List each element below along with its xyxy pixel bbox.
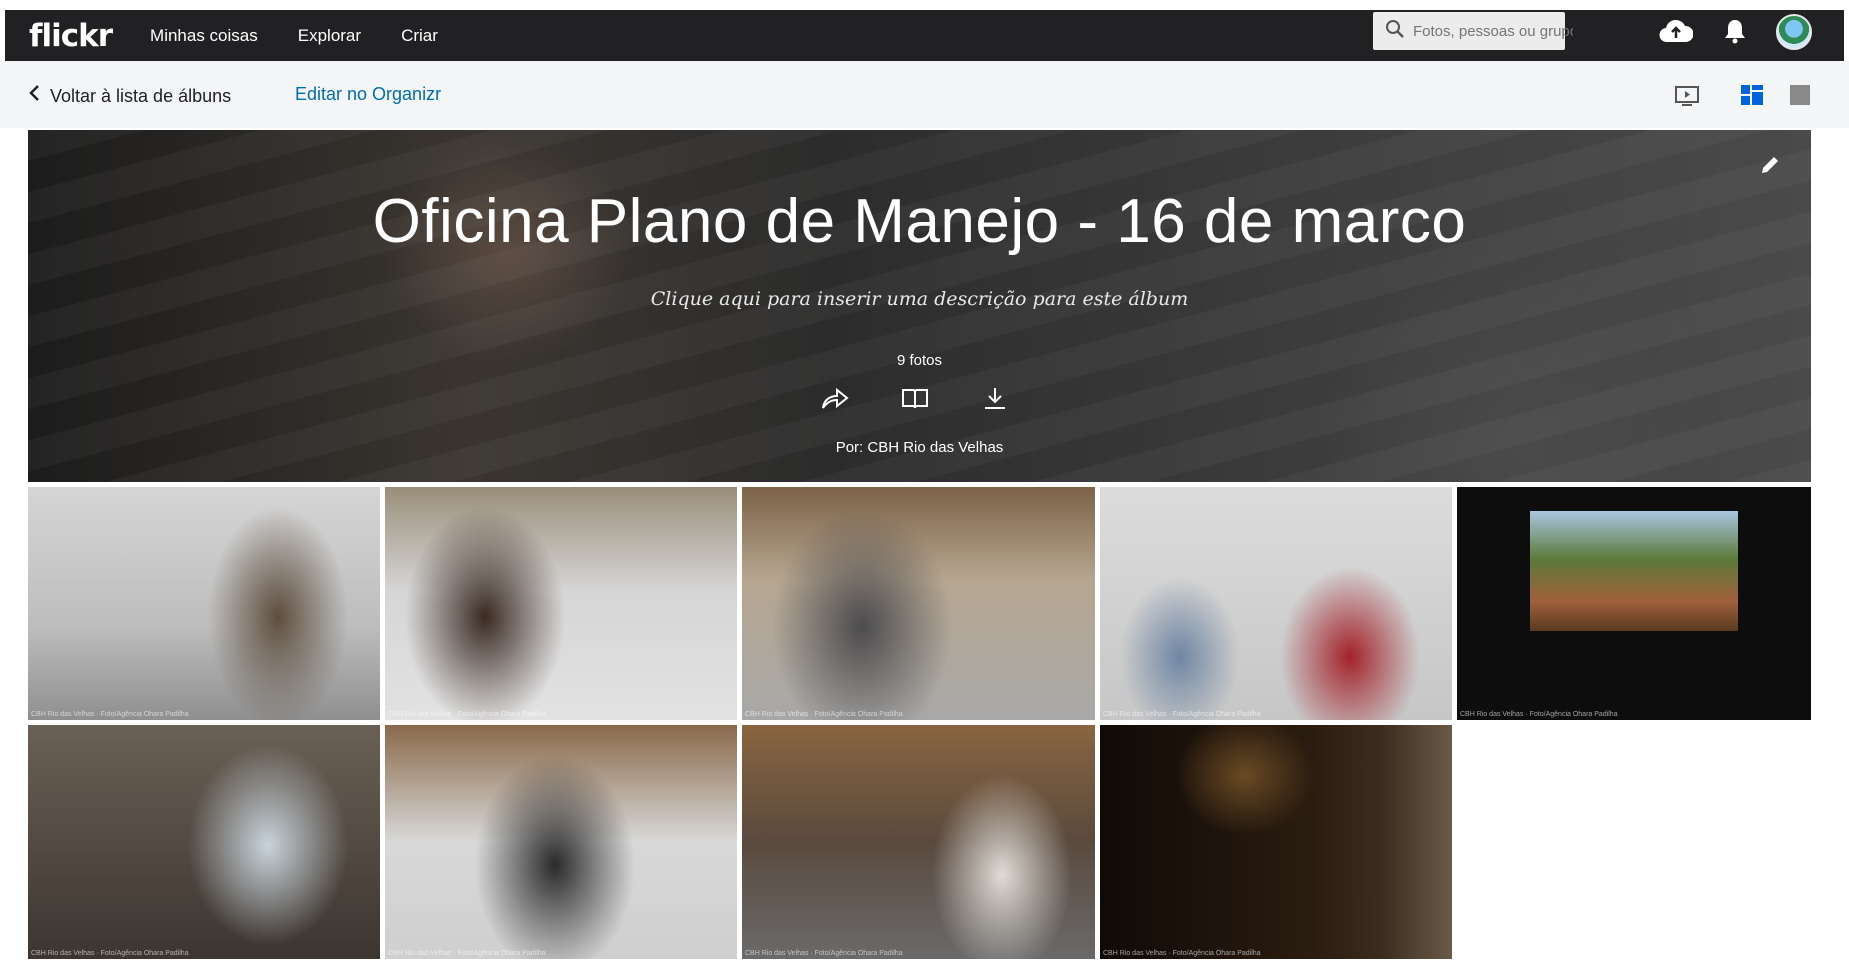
photo-thumbnail[interactable]: CBH Rio das Velhas · Foto/Agência Ohara …	[1100, 487, 1452, 720]
notifications-bell-icon[interactable]	[1723, 18, 1747, 49]
top-navigation-bar: flickr Minhas coisas Explorar Criar	[5, 10, 1844, 61]
search-input[interactable]	[1411, 21, 1575, 41]
photo-count: 9 fotos	[896, 352, 943, 369]
nav-my-stuff[interactable]: Minhas coisas	[150, 26, 258, 46]
photo-caption: CBH Rio das Velhas · Foto/Agência Ohara …	[31, 711, 189, 718]
flickr-logo[interactable]: flickr	[29, 18, 113, 54]
slideshow-icon[interactable]	[1675, 85, 1699, 112]
album-cover: Oficina Plano de Manejo - 16 de marco Cl…	[28, 130, 1811, 482]
main-nav: Minhas coisas Explorar Criar	[150, 26, 478, 46]
nav-create[interactable]: Criar	[401, 26, 438, 46]
photo-caption: CBH Rio das Velhas · Foto/Agência Ohara …	[745, 950, 903, 957]
photo-thumbnail[interactable]: CBH Rio das Velhas · Foto/Agência Ohara …	[28, 725, 380, 959]
user-avatar[interactable]	[1776, 14, 1812, 50]
single-view-icon[interactable]	[1790, 85, 1810, 110]
photo-thumbnail[interactable]: CBH Rio das Velhas · Foto/Agência Ohara …	[742, 487, 1095, 720]
photo-caption: CBH Rio das Velhas · Foto/Agência Ohara …	[1460, 711, 1618, 718]
album-subnav: Voltar à lista de álbuns Editar no Organ…	[0, 61, 1849, 128]
photo-caption: CBH Rio das Velhas · Foto/Agência Ohara …	[388, 950, 546, 957]
album-title[interactable]: Oficina Plano de Manejo - 16 de marco	[28, 186, 1811, 257]
photo-thumbnail[interactable]: CBH Rio das Velhas · Foto/Agência Ohara …	[1100, 725, 1452, 959]
photo-caption: CBH Rio das Velhas · Foto/Agência Ohara …	[31, 950, 189, 957]
nav-explore[interactable]: Explorar	[298, 26, 361, 46]
justified-view-icon[interactable]	[1741, 85, 1763, 110]
search-box[interactable]	[1373, 12, 1575, 50]
photo-thumbnail[interactable]: CBH Rio das Velhas · Foto/Agência Ohara …	[385, 487, 737, 720]
photo-caption: CBH Rio das Velhas · Foto/Agência Ohara …	[388, 711, 546, 718]
photo-caption: CBH Rio das Velhas · Foto/Agência Ohara …	[1103, 950, 1261, 957]
edit-in-organizr-link[interactable]: Editar no Organizr	[295, 84, 441, 105]
upload-cloud-icon[interactable]	[1659, 18, 1694, 49]
photo-thumbnail[interactable]: CBH Rio das Velhas · Foto/Agência Ohara …	[385, 725, 737, 959]
album-description[interactable]: Clique aqui para inserir uma descrição p…	[28, 288, 1811, 310]
photo-thumbnail[interactable]: CBH Rio das Velhas · Foto/Agência Ohara …	[28, 487, 380, 720]
photo-caption: CBH Rio das Velhas · Foto/Agência Ohara …	[745, 711, 903, 718]
photo-caption: CBH Rio das Velhas · Foto/Agência Ohara …	[1103, 711, 1261, 718]
back-label: Voltar à lista de álbuns	[50, 85, 232, 106]
chevron-left-icon	[28, 84, 40, 108]
album-actions	[820, 386, 1010, 417]
back-to-albums-link[interactable]: Voltar à lista de álbuns	[28, 84, 231, 108]
share-icon[interactable]	[820, 386, 850, 417]
album-owner[interactable]: Por: CBH Rio das Velhas	[28, 439, 1811, 456]
download-icon[interactable]	[980, 386, 1010, 417]
edit-pencil-icon[interactable]	[1759, 154, 1781, 181]
photo-thumbnail[interactable]: CBH Rio das Velhas · Foto/Agência Ohara …	[1457, 487, 1811, 720]
search-icon	[1385, 19, 1405, 44]
photo-thumbnail[interactable]: CBH Rio das Velhas · Foto/Agência Ohara …	[742, 725, 1095, 959]
book-icon[interactable]	[900, 386, 930, 417]
